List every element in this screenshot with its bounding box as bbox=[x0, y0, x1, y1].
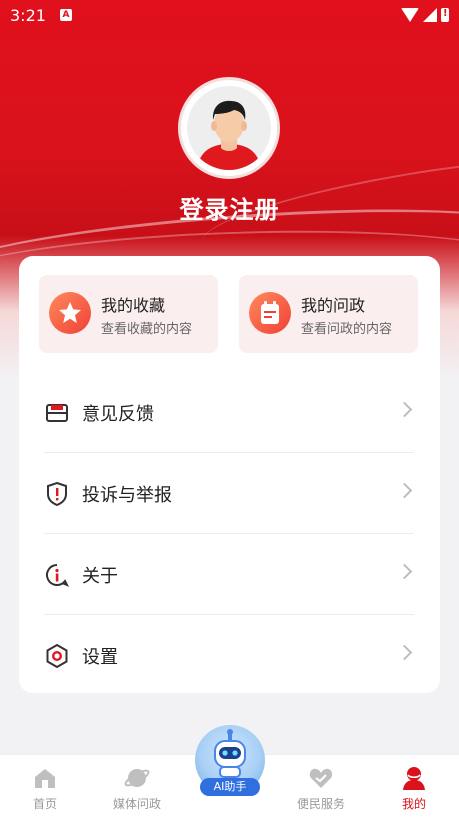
divider bbox=[44, 533, 414, 534]
chevron-right-icon bbox=[396, 401, 413, 418]
quick-title: 我的问政 bbox=[301, 296, 366, 315]
tab-label: 便民服务 bbox=[296, 797, 345, 811]
battery-alert-icon bbox=[441, 8, 449, 22]
menu-item-settings[interactable]: 设置 bbox=[44, 616, 414, 696]
divider bbox=[44, 614, 414, 615]
tab-media-inquiry[interactable]: 媒体问政 bbox=[92, 755, 182, 818]
quick-title: 我的收藏 bbox=[101, 296, 166, 315]
menu-label: 关于 bbox=[82, 566, 118, 587]
menu-item-feedback[interactable]: 意见反馈 bbox=[44, 373, 414, 453]
sim-badge: A bbox=[60, 9, 72, 21]
login-register-button[interactable]: 登录注册 bbox=[0, 190, 459, 225]
person-icon bbox=[401, 765, 427, 791]
wifi-icon bbox=[401, 8, 419, 22]
tab-label: 我的 bbox=[401, 797, 426, 811]
menu-item-about[interactable]: 关于 bbox=[44, 535, 414, 615]
hexagon-settings-icon bbox=[44, 643, 70, 669]
signal-icon bbox=[423, 8, 437, 22]
tab-home[interactable]: 首页 bbox=[0, 755, 90, 818]
chevron-right-icon bbox=[396, 644, 413, 661]
planet-icon bbox=[124, 765, 150, 791]
menu-label: 设置 bbox=[82, 647, 118, 668]
menu-card: 我的收藏 查看收藏的内容 我的问政 查看问政的内容 意见反馈 投诉与举报 关于 … bbox=[19, 256, 440, 693]
my-inquiries-button[interactable]: 我的问政 查看问政的内容 bbox=[239, 275, 418, 353]
menu-label: 意见反馈 bbox=[82, 404, 154, 425]
tab-convenience-services[interactable]: 便民服务 bbox=[276, 755, 366, 818]
tab-mine[interactable]: 我的 bbox=[369, 755, 459, 818]
quick-subtitle: 查看收藏的内容 bbox=[101, 322, 193, 337]
menu-label: 投诉与举报 bbox=[82, 485, 172, 506]
home-icon bbox=[32, 765, 58, 791]
status-bar: 3:21 A bbox=[0, 0, 459, 30]
status-time: 3:21 bbox=[10, 6, 46, 25]
tab-label: 媒体问政 bbox=[112, 797, 161, 811]
star-icon bbox=[49, 292, 91, 334]
avatar[interactable] bbox=[178, 77, 280, 179]
default-avatar-icon bbox=[187, 86, 271, 170]
quick-subtitle: 查看问政的内容 bbox=[301, 322, 393, 337]
info-bubble-icon bbox=[44, 562, 70, 588]
menu-item-complaint-report[interactable]: 投诉与举报 bbox=[44, 454, 414, 534]
feedback-envelope-icon bbox=[44, 400, 70, 426]
tab-label: 首页 bbox=[32, 797, 57, 811]
divider bbox=[44, 452, 414, 453]
chevron-right-icon bbox=[396, 482, 413, 499]
status-icons bbox=[401, 8, 449, 22]
notepad-icon bbox=[249, 292, 291, 334]
chevron-right-icon bbox=[396, 563, 413, 580]
ai-assistant-label[interactable]: AI助手 bbox=[200, 778, 260, 796]
heart-hand-icon bbox=[308, 765, 334, 791]
my-favorites-button[interactable]: 我的收藏 查看收藏的内容 bbox=[39, 275, 218, 353]
shield-alert-icon bbox=[44, 481, 70, 507]
